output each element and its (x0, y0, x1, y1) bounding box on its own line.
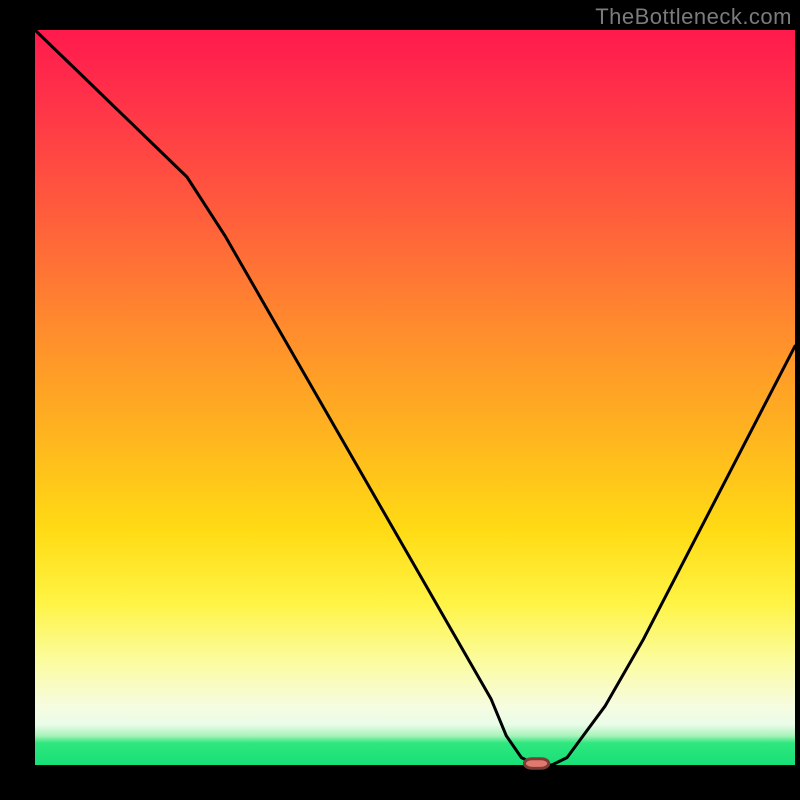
bottleneck-curve-path (35, 30, 795, 765)
chart-stage: TheBottleneck.com (0, 0, 800, 800)
attribution-text: TheBottleneck.com (595, 4, 792, 30)
optimal-point-marker (524, 759, 548, 769)
bottleneck-curve-svg (35, 30, 795, 765)
plot-area (35, 30, 795, 765)
